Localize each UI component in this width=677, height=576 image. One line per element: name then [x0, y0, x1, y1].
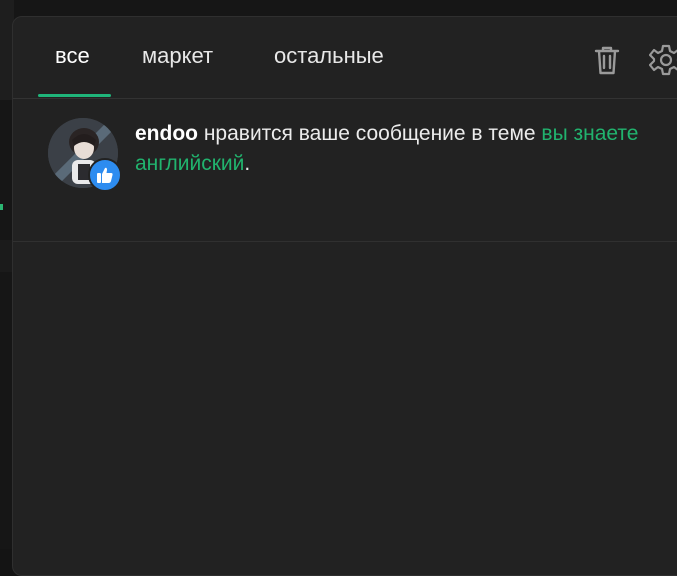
avatar[interactable]	[48, 118, 122, 192]
notification-item[interactable]: endoo нравится ваше сообщение в теме вы …	[13, 99, 677, 242]
notification-tabs: все маркет остальные	[13, 17, 677, 99]
notification-text: endoo нравится ваше сообщение в теме вы …	[135, 119, 655, 179]
tab-all[interactable]: все	[55, 43, 90, 69]
delete-button[interactable]	[591, 43, 623, 77]
thumbs-up-icon	[97, 167, 113, 183]
tab-market[interactable]: маркет	[142, 43, 213, 69]
backdrop-accent	[0, 204, 3, 210]
action-text: нравится ваше сообщение в теме	[198, 122, 542, 145]
notifications-panel: все маркет остальные endoo нравится ваше…	[12, 16, 677, 576]
tab-other[interactable]: остальные	[274, 43, 384, 69]
settings-button[interactable]	[648, 43, 677, 77]
gear-icon	[648, 44, 677, 76]
punctuation: .	[244, 152, 251, 175]
username-link[interactable]: endoo	[135, 122, 198, 145]
like-badge	[88, 158, 122, 192]
active-tab-indicator	[38, 94, 111, 97]
trash-icon	[594, 46, 620, 75]
